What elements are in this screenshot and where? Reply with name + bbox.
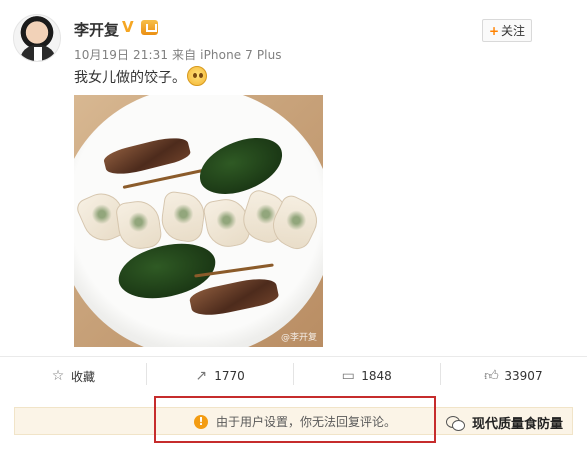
comment-icon: ▭ [341, 368, 355, 384]
like-count: 33907 [504, 369, 543, 383]
member-badge-icon [141, 20, 158, 35]
comment-count: 1848 [361, 369, 392, 383]
action-divider-3 [440, 363, 441, 385]
star-icon: ☆ [51, 368, 65, 384]
avatar-shirt [34, 47, 42, 61]
repost-button[interactable]: ↗ 1770 [146, 357, 293, 395]
blushing-face-emoji-icon [187, 66, 207, 86]
favorite-button[interactable]: ☆ 收藏 [0, 357, 146, 395]
wechat-icon [446, 415, 465, 431]
source-watermark: 现代质量食防量 [446, 413, 563, 432]
post-meta: 10月19日 21:31 来自 iPhone 7 Plus [74, 48, 282, 62]
author-name[interactable]: 李开复 [74, 19, 119, 40]
follow-button-label: 关注 [501, 24, 526, 38]
weibo-post: 李开复 V 10月19日 21:31 来自 iPhone 7 Plus + 关注… [0, 0, 587, 451]
image-watermark: @李开复 [280, 333, 317, 343]
warning-icon: ! [194, 414, 208, 429]
follow-button[interactable]: + 关注 [482, 19, 532, 42]
verified-icon: V [122, 18, 134, 36]
post-text: 我女儿做的饺子。 [74, 70, 186, 86]
action-divider-2 [293, 363, 294, 385]
like-button[interactable]: 👍︎ 33907 [440, 357, 587, 395]
thumbs-up-icon: 👍︎ [484, 368, 499, 384]
comment-button[interactable]: ▭ 1848 [293, 357, 440, 395]
repost-icon: ↗ [195, 368, 208, 384]
plus-icon: + [488, 23, 500, 38]
repost-count: 1770 [214, 369, 245, 383]
source-label: 现代质量食防量 [472, 417, 564, 432]
comment-disabled-notice: ! 由于用户设置，你无法回复评论。 [194, 413, 396, 430]
author-avatar[interactable] [13, 14, 61, 62]
favorite-label: 收藏 [70, 369, 95, 384]
action-divider-1 [146, 363, 147, 385]
notice-text: 由于用户设置，你无法回复评论。 [216, 415, 397, 429]
post-image[interactable]: @李开复 [74, 95, 323, 347]
